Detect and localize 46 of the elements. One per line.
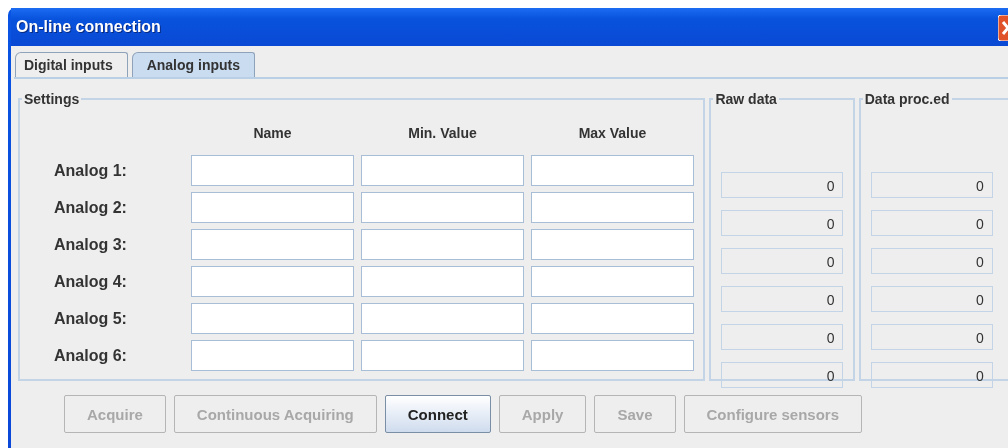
input-field[interactable] (531, 266, 694, 297)
value-field: 0 (870, 362, 993, 388)
tab[interactable]: Digital inputs (15, 52, 128, 77)
input-field[interactable] (191, 303, 354, 334)
input-field[interactable] (531, 229, 694, 260)
row-label: Analog 5: (53, 308, 128, 329)
row-label: Analog 3: (53, 234, 128, 255)
input-field[interactable] (361, 155, 524, 186)
value-field: 0 (721, 286, 844, 312)
window-title: On-line connection (16, 18, 161, 36)
input-field[interactable] (531, 303, 694, 334)
input-field[interactable] (191, 229, 354, 260)
value-field: 0 (721, 324, 844, 350)
group-title: Raw data (714, 91, 778, 107)
value-field: 0 (870, 248, 993, 274)
input-field[interactable] (361, 229, 524, 260)
value-field: 0 (721, 210, 844, 236)
column-header: Min. Value (407, 125, 478, 143)
input-field[interactable] (191, 192, 354, 223)
row-label: Analog 2: (53, 197, 128, 218)
input-field[interactable] (361, 303, 524, 334)
value-field: 0 (870, 286, 993, 312)
value-field: 0 (870, 210, 993, 236)
value-field: 0 (721, 172, 844, 198)
value-field: 0 (721, 248, 844, 274)
input-field[interactable] (531, 155, 694, 186)
input-field[interactable] (361, 340, 524, 371)
column-header: Max Value (577, 125, 648, 143)
action-button[interactable]: Connect (384, 395, 491, 433)
row-label: Analog 1: (53, 160, 128, 181)
input-field[interactable] (361, 266, 524, 297)
row-label: Analog 4: (53, 271, 128, 292)
input-field[interactable] (361, 192, 524, 223)
group-title: Data proc.ed (863, 91, 951, 107)
column-header: Name (252, 125, 293, 143)
input-field[interactable] (531, 192, 694, 223)
value-field: 0 (870, 324, 993, 350)
tab[interactable]: Analog inputs (131, 52, 255, 77)
input-field[interactable] (191, 340, 354, 371)
row-label: Analog 6: (53, 345, 128, 366)
value-field: 0 (721, 362, 844, 388)
group-title: Settings (23, 91, 81, 107)
input-field[interactable] (191, 155, 354, 186)
value-field: 0 (870, 172, 993, 198)
input-field[interactable] (531, 340, 694, 371)
input-field[interactable] (191, 266, 354, 297)
